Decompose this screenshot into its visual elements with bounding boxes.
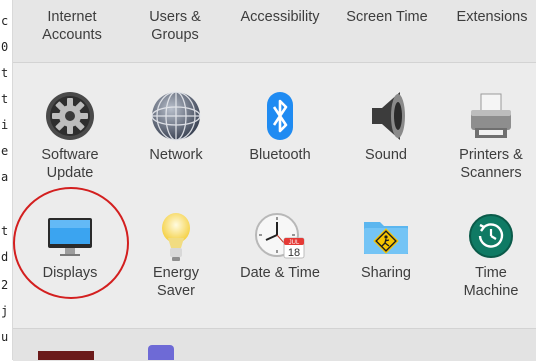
pref-label: Date & Time — [240, 265, 320, 281]
gear-icon — [46, 92, 94, 140]
pref-sound[interactable]: Sound — [334, 86, 438, 164]
pref-bluetooth[interactable]: Bluetooth — [228, 86, 332, 164]
pref-label: Sharing — [361, 265, 411, 281]
left-strip-char: t — [1, 66, 9, 80]
pref-time-machine[interactable]: Time Machine — [439, 208, 536, 300]
partial-pref-icon-2[interactable] — [148, 345, 174, 360]
left-strip-char: i — [1, 118, 9, 132]
calendar-month-text: JUL — [289, 240, 300, 246]
pref-label: Screen Time — [346, 9, 428, 25]
pref-label: Sound — [365, 147, 407, 163]
left-strip-char: a — [1, 170, 9, 184]
pref-label: Software Update — [41, 147, 99, 181]
clock-calendar-icon: JUL 18 — [255, 213, 305, 259]
pref-sharing[interactable]: Sharing — [334, 208, 438, 282]
pref-energy-saver[interactable]: Energy Saver — [124, 208, 228, 300]
time-machine-icon — [469, 214, 513, 258]
globe-icon — [151, 91, 201, 141]
pref-extensions[interactable]: Extensions — [440, 8, 536, 26]
left-strip-char: d — [1, 250, 9, 264]
background-window-edge: c 0 t t i e a t d 2 j u — [0, 0, 13, 360]
pref-accessibility[interactable]: Accessibility — [228, 8, 332, 26]
pref-internet-accounts[interactable]: Internet Accounts — [20, 8, 124, 44]
pref-label: Network — [149, 147, 203, 163]
left-strip-char: j — [1, 304, 9, 318]
pref-label: Time Machine — [463, 265, 519, 299]
pref-users-groups[interactable]: Users & Groups — [123, 8, 227, 44]
speaker-icon — [372, 92, 405, 140]
left-strip-char: e — [1, 144, 9, 158]
calendar-day-text: 18 — [288, 247, 300, 259]
pref-network[interactable]: Network — [124, 86, 228, 164]
printer-icon — [471, 93, 511, 138]
pref-label: Printers & Scanners — [459, 147, 523, 181]
pref-label: Bluetooth — [249, 147, 311, 163]
left-strip-char: t — [1, 92, 9, 106]
pref-screen-time[interactable]: Screen Time — [335, 8, 439, 26]
sharing-folder-icon — [364, 222, 408, 254]
pref-software-update[interactable]: Software Update — [18, 86, 122, 182]
pref-label: Extensions — [456, 9, 528, 25]
left-strip-char: c — [1, 14, 9, 28]
pref-date-time[interactable]: JUL 18 Date & Time — [228, 208, 332, 282]
left-strip-char: 0 — [1, 40, 9, 54]
left-strip-char: t — [1, 224, 9, 238]
left-strip-char: u — [1, 330, 9, 344]
pref-printers-scanners[interactable]: Printers & Scanners — [439, 86, 536, 182]
bluetooth-icon — [267, 92, 293, 140]
left-strip-char: 2 — [1, 278, 9, 292]
pref-label: Users & Groups — [149, 9, 201, 43]
pref-label: Accessibility — [240, 9, 320, 25]
lightbulb-icon — [162, 213, 190, 261]
pref-label: Energy Saver — [153, 265, 199, 299]
partial-pref-icon-1[interactable] — [38, 351, 94, 360]
pref-label: Internet Accounts — [42, 9, 102, 43]
highlight-circle — [13, 187, 129, 299]
